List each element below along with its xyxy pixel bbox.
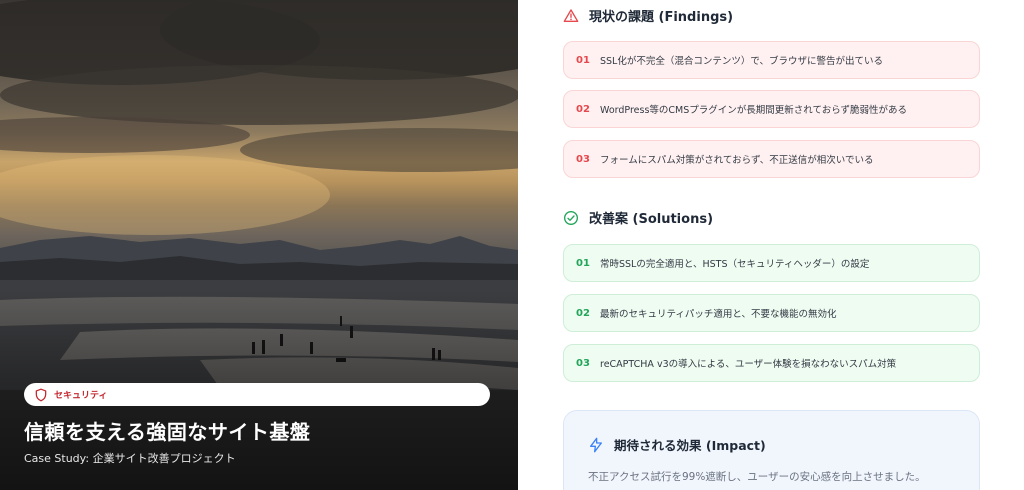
impact-heading: 期待される効果 (Impact) [588,435,766,454]
solution-text: reCAPTCHA v3の導入による、ユーザー体験を損なわないスパム対策 [600,359,897,370]
solution-item: 02 最新のセキュリティパッチ適用と、不要な機能の無効化 [563,294,980,332]
finding-number: 03 [576,153,590,165]
finding-text: WordPress等のCMSプラグインが長期間更新されておらず脆弱性がある [600,105,908,116]
finding-number: 02 [576,103,590,115]
solution-number: 03 [576,357,590,369]
solution-item: 01 常時SSLの完全適用と、HSTS（セキュリティヘッダー）の設定 [563,244,980,282]
finding-item: 01 SSL化が不完全（混合コンテンツ）で、ブラウザに警告が出ている [563,41,980,79]
solution-number: 02 [576,307,590,319]
finding-item: 02 WordPress等のCMSプラグインが長期間更新されておらず脆弱性がある [563,90,980,128]
findings-heading: 現状の課題 (Findings) [563,6,733,25]
solution-item: 03 reCAPTCHA v3の導入による、ユーザー体験を損なわないスパム対策 [563,344,980,382]
finding-text: フォームにスパム対策がされておらず、不正送信が相次いでいる [600,155,874,166]
check-circle-icon [564,210,578,225]
finding-number: 01 [576,54,590,66]
shield-icon [35,388,47,401]
impact-body: 不正アクセス試行を99%遮断し、ユーザーの安心感を向上させました。 [588,471,926,483]
finding-text: SSL化が不完全（混合コンテンツ）で、ブラウザに警告が出ている [600,56,883,67]
hero-image-panel: セキュリティ 信頼を支える強固なサイト基盤 Case Study: 企業サイト改… [0,0,518,490]
category-tag-label: セキュリティ [54,391,108,401]
solutions-heading: 改善案 (Solutions) [563,208,713,227]
solution-text: 常時SSLの完全適用と、HSTS（セキュリティヘッダー）の設定 [600,259,870,270]
solutions-title: 改善案 (Solutions) [589,212,714,227]
warning-triangle-icon [563,8,579,22]
lightning-bolt-icon [590,437,602,452]
solution-number: 01 [576,257,590,269]
solution-text: 最新のセキュリティパッチ適用と、不要な機能の無効化 [600,309,837,320]
findings-title: 現状の課題 (Findings) [589,10,734,25]
impact-card: 期待される効果 (Impact) 不正アクセス試行を99%遮断し、ユーザーの安心… [563,410,980,490]
category-tag: セキュリティ [24,383,490,406]
hero-subtitle: Case Study: 企業サイト改善プロジェクト [24,452,236,465]
hero-title: 信頼を支える強固なサイト基盤 [24,420,311,444]
impact-title: 期待される効果 (Impact) [614,438,766,453]
finding-item: 03 フォームにスパム対策がされておらず、不正送信が相次いでいる [563,140,980,178]
